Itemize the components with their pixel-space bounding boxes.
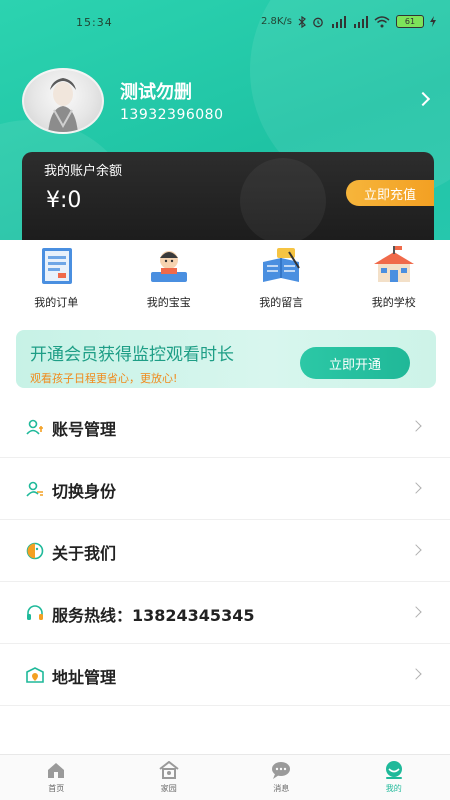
switch-identity-icon (26, 481, 43, 497)
tab-label: 家园 (160, 784, 177, 793)
quick-item-orders[interactable]: 我的订单 (0, 240, 113, 320)
quick-item-messages[interactable]: 我的留言 (225, 240, 338, 320)
quick-label: 我的宝宝 (146, 296, 191, 309)
charging-icon (430, 16, 436, 27)
baby-icon (147, 246, 191, 286)
settings-menu: 账号管理 切换身份 关于我们 服务热线：13824345345 地址管理 (0, 396, 450, 706)
status-time: 15:34 (76, 16, 113, 29)
chevron-right-icon (410, 544, 422, 556)
avatar[interactable] (22, 68, 104, 134)
balance-decoration (240, 158, 326, 240)
home-icon (48, 763, 65, 778)
quick-item-baby[interactable]: 我的宝宝 (113, 240, 226, 320)
account-icon (26, 419, 43, 435)
quick-actions: 我的订单 我的宝宝 我的留言 我的学校 (0, 240, 450, 320)
about-icon (26, 542, 44, 560)
profile-row[interactable]: 测试勿删 13932396080 (22, 68, 432, 136)
menu-item-account[interactable]: 账号管理 (0, 396, 450, 458)
menu-item-address[interactable]: 地址管理 (0, 644, 450, 706)
balance-label: 我的账户余额 (44, 164, 123, 179)
wifi-icon (374, 15, 390, 27)
headset-icon (27, 605, 43, 620)
chevron-right-icon[interactable] (415, 91, 431, 107)
tab-messages[interactable]: 消息 (225, 755, 338, 800)
avatar-illustration (48, 78, 78, 132)
message-icon (259, 246, 303, 286)
username: 测试勿删 (120, 82, 192, 103)
vip-open-button[interactable]: 立即开通 (300, 347, 410, 379)
menu-label: 地址管理 (52, 668, 117, 687)
quick-label: 我的学校 (371, 296, 416, 309)
tab-label: 消息 (273, 784, 290, 793)
vip-title: 开通会员获得监控观看时长 (30, 345, 234, 365)
quick-label: 我的留言 (259, 296, 304, 309)
menu-label: 切换身份 (52, 482, 117, 501)
chevron-right-icon (410, 668, 422, 680)
tab-home[interactable]: 首页 (0, 755, 113, 800)
order-icon (34, 246, 78, 286)
family-icon (159, 761, 179, 779)
menu-label: 服务热线：13824345345 (52, 606, 255, 625)
network-speed: 2.8K/s (260, 16, 292, 27)
status-bar: 15:34 2.8K/s 61 (0, 14, 450, 34)
tab-label: 我的 (385, 784, 402, 793)
chat-icon (272, 762, 291, 779)
balance-card: 我的账户余额 ¥:0 立即充值 (22, 152, 434, 240)
address-icon (26, 667, 44, 683)
chevron-right-icon (410, 606, 422, 618)
profile-header: 15:34 2.8K/s 61 测试勿删 13932396080 我的账户余额 (0, 0, 450, 240)
signal-hd-icon (332, 15, 346, 28)
menu-item-about[interactable]: 关于我们 (0, 520, 450, 582)
phone-number: 13932396080 (120, 107, 224, 123)
status-icons: 2.8K/s 61 (261, 15, 436, 28)
alarm-icon (313, 17, 323, 27)
chevron-right-icon (410, 420, 422, 432)
chevron-right-icon (410, 482, 422, 494)
signal-hd-icon (354, 15, 368, 28)
menu-label: 账号管理 (52, 420, 117, 439)
quick-item-school[interactable]: 我的学校 (338, 240, 450, 320)
tab-family[interactable]: 家园 (113, 755, 226, 800)
menu-item-hotline[interactable]: 服务热线：13824345345 (0, 582, 450, 644)
tab-profile[interactable]: 我的 (338, 755, 450, 800)
vip-banner[interactable]: 开通会员获得监控观看时长 观看孩子日程更省心，更放心! 立即开通 (16, 330, 436, 388)
vip-subtitle: 观看孩子日程更省心，更放心! (30, 372, 178, 385)
school-icon (372, 246, 416, 286)
menu-label: 关于我们 (52, 544, 117, 563)
battery-icon: 61 (396, 15, 424, 28)
balance-value: ¥:0 (46, 188, 82, 213)
profile-icon (385, 761, 402, 779)
menu-item-switch-identity[interactable]: 切换身份 (0, 458, 450, 520)
quick-label: 我的订单 (34, 296, 79, 309)
tab-label: 首页 (48, 784, 65, 793)
recharge-button[interactable]: 立即充值 (346, 180, 434, 206)
bottom-tab-bar: 首页 家园 消息 我的 (0, 754, 450, 800)
bluetooth-icon (298, 15, 306, 28)
